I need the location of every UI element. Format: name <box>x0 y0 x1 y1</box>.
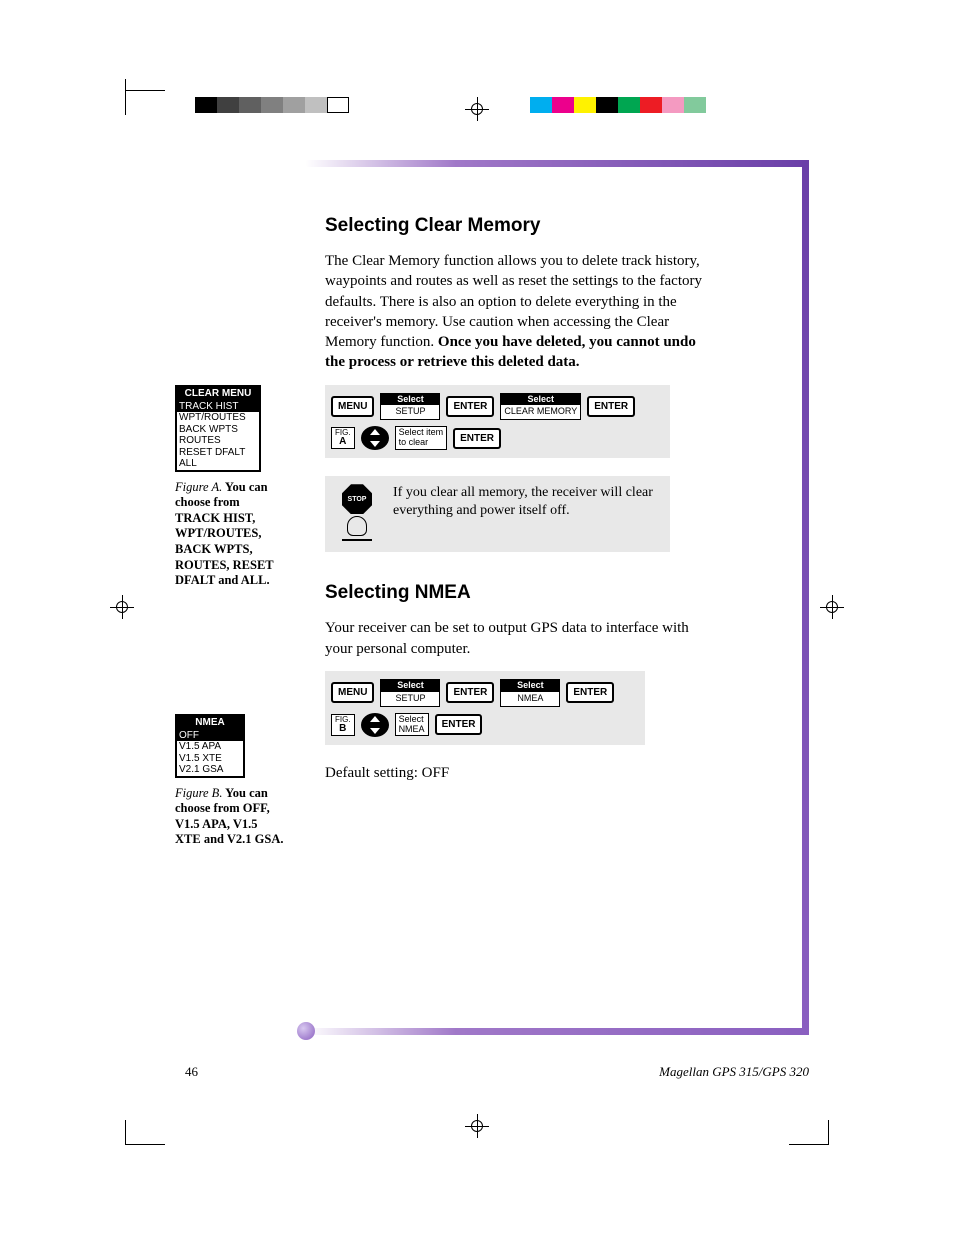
registration-target-right <box>820 595 844 619</box>
key-enter: ENTER <box>566 682 614 703</box>
figure-b-caption: Figure B. You can choose from OFF, V1.5 … <box>175 786 285 849</box>
default-setting-line: Default setting: OFF <box>325 763 705 783</box>
color-swatch <box>327 97 349 113</box>
registration-target-left <box>110 595 134 619</box>
para-clear-memory: The Clear Memory function allows you to … <box>325 251 705 373</box>
heading-nmea: Selecting NMEA <box>325 582 705 604</box>
key-menu: MENU <box>331 682 374 703</box>
color-swatch <box>217 97 239 113</box>
color-swatch <box>596 97 618 113</box>
registration-target-top <box>465 97 489 121</box>
color-swatch <box>640 97 662 113</box>
color-swatch <box>195 97 217 113</box>
lcd-row: V1.5 XTE <box>177 753 243 765</box>
main-column: Selecting Clear Memory The Clear Memory … <box>325 215 705 793</box>
color-swatch <box>239 97 261 113</box>
stop-sign-icon: STOP <box>342 484 372 514</box>
figure-b-title: NMEA <box>177 716 243 730</box>
select-clear-memory-box: Select CLEAR MEMORY <box>500 393 581 421</box>
diagram-clear-memory: MENU Select SETUP ENTER Select CLEAR MEM… <box>325 385 670 459</box>
figure-b: NMEA OFFV1.5 APAV1.5 XTEV2.1 GSA Figure … <box>175 714 295 848</box>
stop-warning: STOP If you clear all memory, the receiv… <box>325 476 670 552</box>
key-enter: ENTER <box>435 714 483 735</box>
lcd-row: BACK WPTS <box>177 424 259 436</box>
color-swatch <box>305 97 327 113</box>
color-swatch <box>662 97 684 113</box>
registration-swatches-color <box>530 97 706 113</box>
select-item-to-clear-box: Select itemto clear <box>395 426 448 450</box>
lcd-row: V2.1 GSA <box>177 764 243 776</box>
figure-a-caption: Figure A. You can choose from TRACK HIST… <box>175 480 285 589</box>
figure-a-caption-label: Figure A. <box>175 480 222 494</box>
page-footer: 46 Magellan GPS 315/GPS 320 <box>185 1064 809 1080</box>
up-down-arrows-icon <box>361 713 389 737</box>
fig-a-badge: FIG. A <box>331 427 355 449</box>
lcd-row: WPT/ROUTES <box>177 412 259 424</box>
select-nmea-box: Select NMEA <box>500 679 560 707</box>
color-swatch <box>261 97 283 113</box>
figure-a-screen: CLEAR MENU TRACK HISTWPT/ROUTESBACK WPTS… <box>175 385 261 472</box>
color-swatch <box>552 97 574 113</box>
color-swatch <box>684 97 706 113</box>
figure-a-caption-body: You can choose from TRACK HIST, WPT/ROUT… <box>175 480 273 588</box>
lcd-row: TRACK HIST <box>177 401 259 413</box>
figure-b-caption-label: Figure B. <box>175 786 222 800</box>
select-nmea-mini-box: SelectNMEA <box>395 713 429 737</box>
color-swatch <box>574 97 596 113</box>
select-setup-box: Select SETUP <box>380 393 440 421</box>
color-swatch <box>530 97 552 113</box>
document-title: Magellan GPS 315/GPS 320 <box>659 1064 809 1080</box>
key-enter: ENTER <box>453 428 501 449</box>
crop-mark-br <box>789 1120 829 1145</box>
color-swatch <box>283 97 305 113</box>
figure-b-screen: NMEA OFFV1.5 APAV1.5 XTEV2.1 GSA <box>175 714 245 778</box>
lcd-row: ROUTES <box>177 435 259 447</box>
registration-swatches-grayscale <box>195 97 349 113</box>
diagram-nmea: MENU Select SETUP ENTER Select NMEA ENTE… <box>325 671 645 745</box>
crop-mark-tl <box>125 90 165 115</box>
stop-warning-text: If you clear all memory, the receiver wi… <box>393 484 662 520</box>
registration-target-bottom <box>465 1114 489 1138</box>
lcd-row: ALL <box>177 458 259 470</box>
color-swatch <box>618 97 640 113</box>
para-nmea: Your receiver can be set to output GPS d… <box>325 618 705 659</box>
fig-b-badge: FIG. B <box>331 714 355 736</box>
key-enter: ENTER <box>446 396 494 417</box>
select-setup-box: Select SETUP <box>380 679 440 707</box>
key-menu: MENU <box>331 396 374 417</box>
key-enter: ENTER <box>587 396 635 417</box>
heading-clear-memory: Selecting Clear Memory <box>325 215 705 237</box>
page-number: 46 <box>185 1064 198 1080</box>
lcd-row: OFF <box>177 730 243 742</box>
page-content: CLEAR MENU TRACK HISTWPT/ROUTESBACK WPTS… <box>185 160 769 1075</box>
lcd-row: V1.5 APA <box>177 741 243 753</box>
figure-a-title: CLEAR MENU <box>177 387 259 401</box>
figure-a: CLEAR MENU TRACK HISTWPT/ROUTESBACK WPTS… <box>175 385 295 589</box>
key-enter: ENTER <box>446 682 494 703</box>
stop-mascot-icon: STOP <box>333 484 381 544</box>
lcd-row: RESET DFALT <box>177 447 259 459</box>
up-down-arrows-icon <box>361 426 389 450</box>
crop-mark-bl <box>125 1120 165 1145</box>
